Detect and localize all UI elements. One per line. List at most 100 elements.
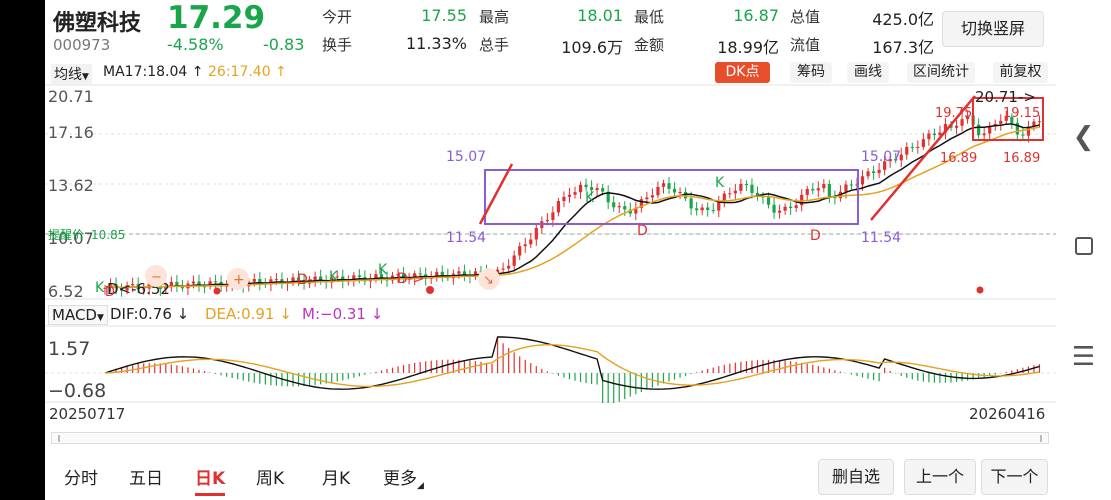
k-signal: K — [329, 269, 339, 285]
scroll-handle-left[interactable] — [58, 435, 60, 442]
candle-body — [661, 183, 666, 187]
home-icon[interactable] — [1056, 232, 1111, 262]
candle-body — [545, 219, 549, 222]
home-square — [1074, 237, 1093, 255]
remove-watchlist-button[interactable]: 删自选 — [818, 459, 894, 495]
candle-body — [916, 146, 920, 148]
tab-weekly-k[interactable]: 周K — [256, 464, 284, 489]
switch-portrait-button[interactable]: 切换竖屏 — [942, 11, 1044, 47]
svg-text:+: + — [233, 272, 245, 288]
candle-body — [523, 244, 527, 247]
candle-body — [1037, 121, 1042, 123]
previous-stock-button[interactable]: 上一个 — [904, 459, 976, 495]
macd-y-bottom: −0.68 — [48, 380, 106, 402]
candle-body — [777, 210, 782, 213]
stat-label-volume: 总手 — [479, 36, 510, 54]
stat-label-open: 今开 — [322, 8, 353, 26]
candle-body — [739, 183, 743, 191]
box-bottom-label: 11.54 — [446, 230, 486, 246]
candle-body — [927, 133, 931, 140]
change-amount: -0.83 — [263, 35, 305, 54]
dk-point-button[interactable]: DK点 — [715, 62, 770, 83]
tab-intraday[interactable]: 分时 — [64, 464, 98, 489]
candle-body — [695, 208, 699, 211]
candle-body — [551, 212, 555, 220]
candle-body — [982, 133, 986, 136]
range-stats-button[interactable]: 区间统计 — [907, 62, 975, 83]
candle-body — [706, 207, 710, 210]
macd-chart[interactable]: 1.57 −0.68 — [45, 325, 1056, 403]
tab-monthly-k[interactable]: 月K — [322, 464, 350, 489]
stat-value-open: 17.55 — [421, 6, 467, 25]
candle-body — [988, 126, 992, 134]
marker-dot — [426, 286, 434, 294]
candle-body — [501, 268, 505, 270]
k-signal: K — [95, 280, 105, 296]
candle-body — [783, 206, 787, 211]
tab-daily-k[interactable]: 日K — [195, 464, 225, 489]
stat-value-float: 167.3亿 — [872, 38, 934, 57]
candle-body — [617, 206, 621, 208]
macd-histogram — [109, 338, 1041, 403]
back-icon[interactable]: ❮ — [1056, 122, 1111, 152]
candle-body — [794, 205, 798, 209]
d-signal: D — [105, 285, 115, 300]
d-signal: D- — [297, 272, 313, 288]
tab-five-day[interactable]: 五日 — [129, 464, 163, 489]
ma17-value: MA17:18.04 ↑ — [103, 64, 204, 80]
stat-label-float: 流值 — [790, 36, 821, 54]
stat-label-high: 最高 — [479, 8, 510, 26]
event-circle-icon[interactable]: ↘ — [478, 268, 500, 290]
stat-value-high: 18.01 — [577, 6, 623, 25]
candle-body — [567, 194, 572, 197]
candle-body — [860, 176, 865, 185]
chart-scrollbar[interactable] — [51, 432, 1049, 444]
candle-body — [689, 198, 693, 209]
macd-dropdown[interactable]: MACD▼ — [48, 305, 108, 325]
kline-chart[interactable]: 20.71 17.16 13.62 10.07 6.52 提醒价 10.85 1… — [45, 84, 1056, 302]
k-signal: K — [715, 175, 725, 191]
chip-button[interactable]: 筹码 — [790, 62, 832, 83]
macd-dif: DIF:0.76 ↓ — [110, 305, 190, 323]
macd-y-top: 1.57 — [48, 338, 90, 360]
forward-adjust-button[interactable]: 前复权 — [993, 62, 1048, 83]
candle-body — [252, 278, 256, 282]
candle-body — [440, 271, 444, 276]
ma-mode-dropdown[interactable]: 均线▼ — [51, 64, 92, 84]
candle-body — [700, 207, 704, 211]
more-arrow-icon: ◢ — [417, 481, 424, 491]
candle-body — [534, 228, 538, 240]
menu-icon[interactable]: ☰ — [1056, 342, 1111, 372]
alert-price-label: 提醒价 — [48, 227, 84, 242]
y-label: 6.52 — [48, 282, 84, 301]
tab-more[interactable]: 更多◢ — [383, 464, 424, 491]
candle-body — [866, 171, 870, 177]
candle-body — [612, 202, 616, 208]
stock-name: 佛塑科技 — [53, 11, 142, 36]
quote-header: 佛塑科技 000973 17.29 -4.58% -0.83 今开 17.55 … — [45, 0, 1056, 62]
draw-line-button[interactable]: 画线 — [847, 62, 889, 83]
last-price: 17.29 — [167, 0, 266, 36]
next-stock-button[interactable]: 下一个 — [981, 459, 1048, 495]
candle-body — [191, 281, 196, 284]
candle-body — [811, 188, 815, 191]
candle-body — [999, 120, 1003, 124]
change-percent: -4.58% — [167, 35, 224, 54]
scroll-handle-right[interactable] — [1040, 435, 1042, 442]
y-label: 13.62 — [48, 176, 94, 195]
system-nav-bar: ❮ ☰ — [1056, 0, 1111, 500]
active-tab-indicator — [195, 493, 225, 496]
stat-value-turnover: 11.33% — [405, 34, 467, 53]
candle-body — [744, 183, 749, 185]
k-signal: K — [585, 190, 595, 206]
candle-body — [175, 281, 179, 286]
stat-label-amount: 金额 — [634, 36, 665, 54]
event-circle-icon[interactable]: − — [145, 265, 167, 287]
stat-value-low: 16.87 — [733, 6, 779, 25]
candle-body — [601, 188, 605, 192]
price-tag: 19.15 — [1003, 106, 1040, 121]
box-bottom-label: 11.54 — [861, 230, 901, 246]
tab-more-label: 更多 — [383, 469, 417, 489]
candle-body — [507, 265, 511, 269]
event-circle-icon[interactable]: + — [227, 268, 249, 290]
